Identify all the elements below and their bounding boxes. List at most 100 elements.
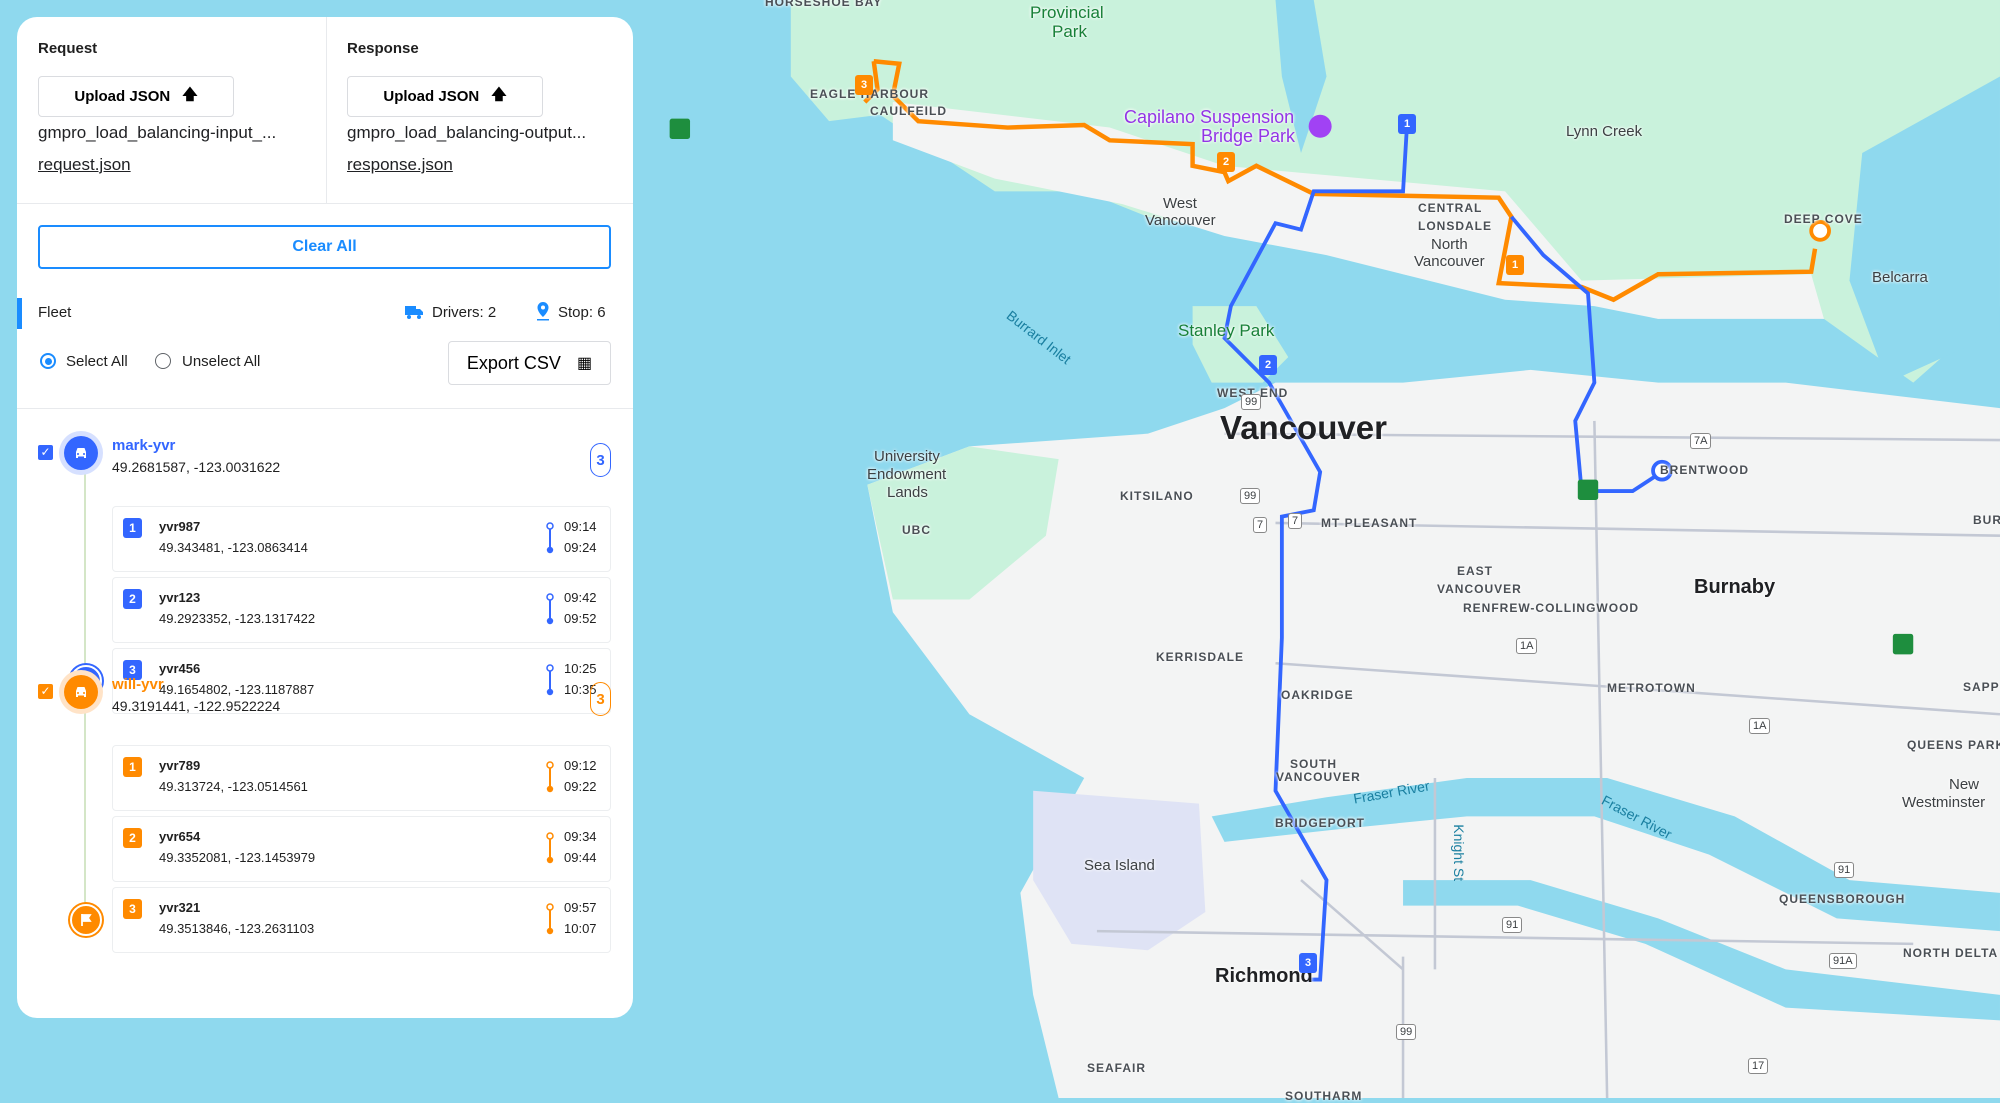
arrival-time: 09:34 (564, 829, 597, 844)
truck-icon (405, 306, 423, 319)
departure-time: 10:07 (564, 921, 597, 936)
stop-card[interactable]: 1 yvr987 49.343481, -123.0863414 09:14 0… (112, 506, 611, 572)
vehicle-name[interactable]: mark-yvr (112, 437, 175, 454)
vehicle-coords: 49.2681587, -123.0031622 (112, 459, 281, 475)
upload-icon: 🡅 (491, 86, 507, 103)
stop-name: yvr654 (159, 829, 201, 844)
departure-time: 09:22 (564, 779, 597, 794)
unselect-all-label[interactable]: Unselect All (182, 353, 260, 370)
select-all-label[interactable]: Select All (66, 353, 128, 370)
map-label: Endowment (867, 466, 947, 483)
stop-marker-will-2[interactable]: 2 (1217, 152, 1235, 172)
map-label: West (1163, 195, 1197, 212)
upload-request-button[interactable]: Upload JSON 🡅 (38, 76, 234, 117)
vehicle-checkbox[interactable]: ✓ (38, 684, 53, 699)
car-icon (64, 436, 98, 470)
map-label: Capilano Suspension (1124, 107, 1295, 127)
arrival-time: 09:57 (564, 900, 597, 915)
stop-card[interactable]: 1 yvr789 49.313724, -123.0514561 09:12 0… (112, 745, 611, 811)
response-link[interactable]: response.json (347, 155, 453, 175)
timeline-line (84, 706, 86, 916)
stop-card[interactable]: 2 yvr123 49.2923352, -123.1317422 09:42 … (112, 577, 611, 643)
map-label: MT PLEASANT (1321, 516, 1418, 530)
time-range-icon (546, 832, 554, 864)
stop-card[interactable]: 3 yvr321 49.3513846, -123.2631103 09:57 … (112, 887, 611, 953)
unselect-all-radio[interactable] (155, 353, 171, 369)
map-label: SEAFAIR (1087, 1061, 1147, 1075)
stop-number: 2 (123, 589, 142, 609)
stop-marker-will-3[interactable]: 3 (855, 75, 873, 95)
departure-time: 09:44 (564, 850, 597, 865)
timeline-line (84, 467, 86, 677)
stop-name: yvr987 (159, 519, 201, 534)
stop-name: yvr123 (159, 590, 201, 605)
spreadsheet-icon: ▦ (576, 355, 593, 372)
response-title: Response (347, 40, 419, 57)
arrival-time: 09:14 (564, 519, 597, 534)
map-label: VANCOUVER (1437, 582, 1522, 596)
map-label: Bridge Park (1201, 126, 1296, 146)
response-section: Response Upload JSON 🡅 gmpro_load_balanci… (326, 17, 633, 203)
time-range-icon (546, 593, 554, 625)
map-label: Park (1052, 22, 1087, 41)
response-filename: gmpro_load_balancing-output... (347, 123, 587, 142)
stop-marker-will-1[interactable]: 1 (1506, 255, 1524, 275)
car-icon (64, 675, 98, 709)
vehicle-checkbox[interactable]: ✓ (38, 445, 53, 460)
map-label: LONSDALE (1418, 219, 1492, 233)
export-csv-button[interactable]: Export CSV ▦ (448, 341, 611, 385)
map-label: Stanley Park (1178, 321, 1275, 340)
divider (17, 408, 633, 409)
upload-label: Upload JSON (383, 88, 480, 105)
upload-response-button[interactable]: Upload JSON 🡅 (347, 76, 543, 117)
map-label: Vancouver (1145, 212, 1216, 229)
clear-all-button[interactable]: Clear All (38, 225, 611, 269)
map-label: Sea Island (1084, 857, 1155, 874)
park-icon (1892, 633, 1914, 655)
map-label: RENFREW-COLLINGWOOD (1463, 601, 1640, 615)
request-title: Request (38, 40, 98, 57)
stop-number: 1 (123, 518, 142, 538)
stop-marker-mark-3[interactable]: 3 (1299, 953, 1317, 973)
stop-coords: 49.3513846, -123.2631103 (159, 921, 315, 936)
time-range-icon (546, 903, 554, 935)
stop-marker-mark-2[interactable]: 2 (1259, 355, 1277, 375)
stop-card[interactable]: 2 yvr654 49.3352081, -123.1453979 09:34 … (112, 816, 611, 882)
stop-number: 1 (123, 757, 142, 777)
vehicle-name[interactable]: will-yvr (112, 676, 164, 693)
highway-shield: 91 (1502, 917, 1523, 934)
stop-coords: 49.313724, -123.0514561 (159, 779, 308, 794)
request-link[interactable]: request.json (38, 155, 131, 175)
park-icon (1577, 479, 1599, 500)
map-label: Knight St (1451, 824, 1468, 882)
map-label: HORSESHOE BAY (765, 0, 883, 9)
stops-count: Stop: 6 (558, 304, 606, 321)
highway-shield: 91A (1829, 953, 1857, 970)
map-label: VANCOUVER (1276, 770, 1361, 784)
map-label: CAULFEILD (870, 104, 947, 118)
highway-shield: 99 (1241, 394, 1262, 411)
drivers-count: Drivers: 2 (432, 304, 497, 321)
departure-time: 09:24 (564, 540, 597, 555)
arrival-time: 09:42 (564, 590, 597, 605)
stop-marker-mark-1[interactable]: 1 (1398, 114, 1416, 134)
highway-shield: 7A (1690, 433, 1712, 450)
map-label: Burnaby (1694, 576, 1776, 598)
control-panel: Request Upload JSON 🡅 gmpro_load_balancin… (17, 17, 633, 1018)
map-label: EAST (1457, 564, 1494, 578)
map-label: QUEENSBOROUGH (1779, 892, 1906, 906)
vehicle-will-yvr: ✓ will-yvr 49.3191441, -122.9522224 3 1 … (17, 664, 633, 1004)
time-range-icon (546, 522, 554, 554)
arrival-time: 09:12 (564, 758, 597, 773)
map-label: QUEENS PARK (1907, 738, 2000, 752)
map-label: BUR (1973, 513, 2000, 527)
select-all-radio[interactable] (40, 353, 56, 369)
time-range-icon (546, 761, 554, 793)
export-label: Export CSV (466, 352, 561, 373)
map-label: University (874, 448, 940, 465)
stop-name: yvr789 (159, 758, 201, 773)
highway-shield: 7 (1253, 517, 1268, 534)
map-label: BRENTWOOD (1660, 463, 1749, 477)
map-label: Provincial (1030, 3, 1104, 22)
flag-icon (70, 904, 102, 936)
